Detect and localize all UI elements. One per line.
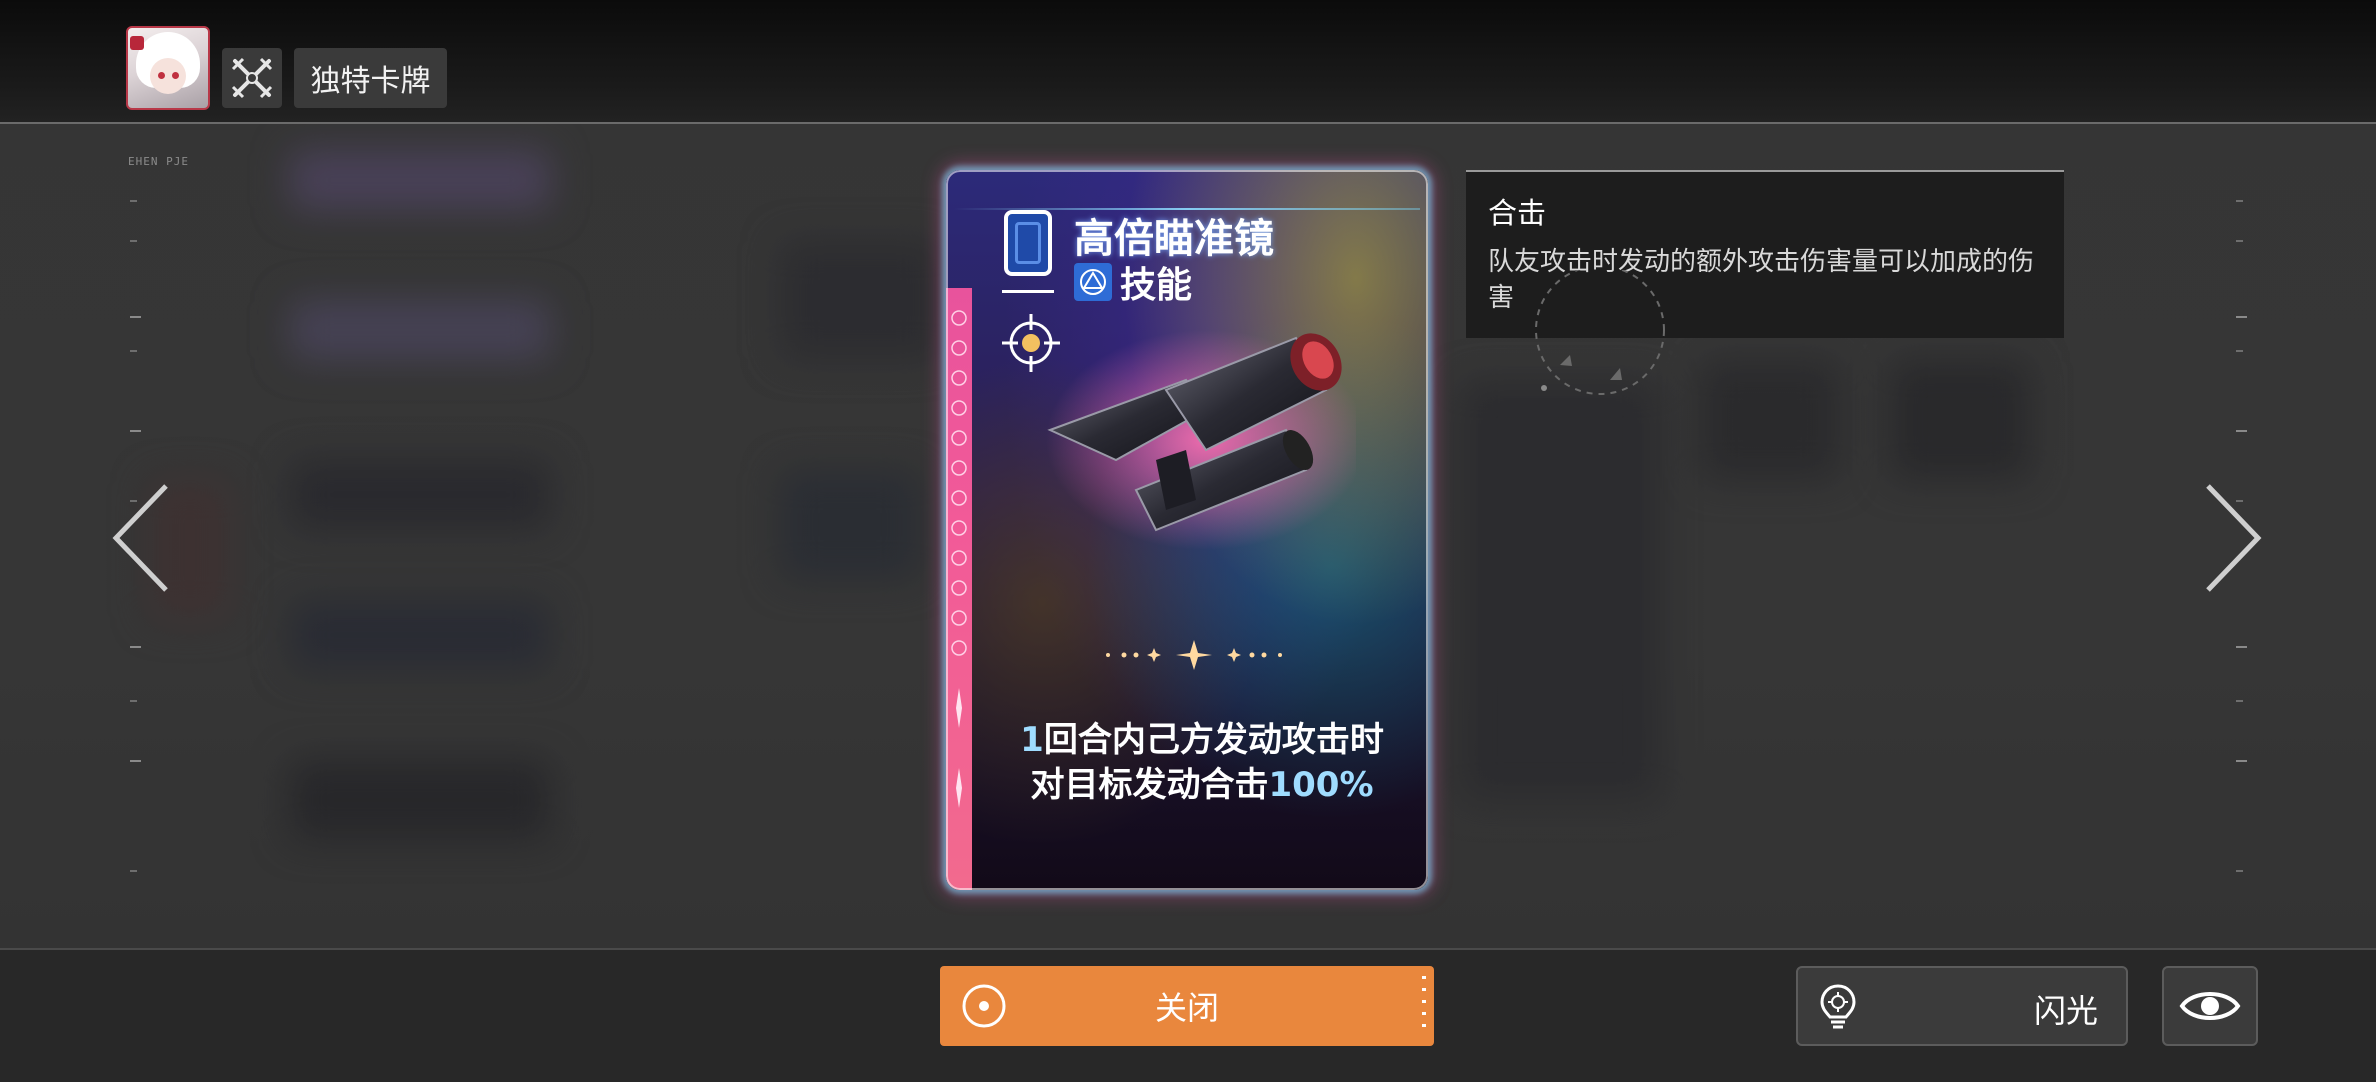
- view-button[interactable]: [2162, 966, 2258, 1046]
- target-circle-icon: [960, 982, 1008, 1030]
- button-edge-dots: [1422, 976, 1426, 1036]
- rail-tag: EHEN PJE: [128, 155, 189, 168]
- top-bar: 独特卡牌: [0, 0, 2376, 124]
- close-label: 关闭: [1154, 989, 1219, 1027]
- crossed-swords-icon[interactable]: [222, 48, 282, 108]
- close-button[interactable]: 关闭: [940, 966, 1434, 1046]
- flash-label: 闪光: [2033, 992, 2098, 1030]
- card-frame: [946, 170, 1428, 890]
- chevron-left-icon[interactable]: [104, 478, 184, 598]
- page-title: 独特卡牌: [294, 48, 447, 108]
- tooltip-title: 合击: [1488, 196, 1547, 230]
- eye-icon: [2179, 992, 2241, 1020]
- chevron-right-icon[interactable]: [2190, 478, 2270, 598]
- flash-button[interactable]: 闪光: [1796, 966, 2128, 1046]
- lightbulb-crosshair-icon: [1816, 982, 1860, 1030]
- avatar[interactable]: [126, 26, 210, 110]
- decorative-ring: [1510, 265, 1680, 410]
- skill-card[interactable]: 高倍瞄准镜 技能 1回合内己方发动攻击时 对目标发动合击100%: [946, 170, 1428, 890]
